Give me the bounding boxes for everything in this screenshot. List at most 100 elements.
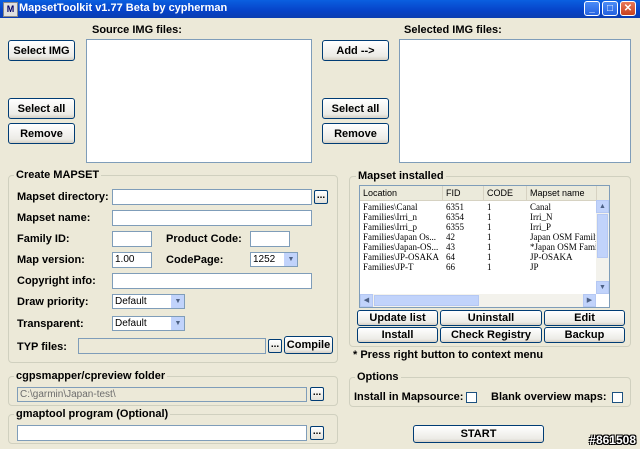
table-row[interactable]: Families\JP-OSAKA 64 1 JP-OSAKA [360, 252, 609, 262]
source-remove-button[interactable]: Remove [8, 123, 75, 144]
install-button[interactable]: Install [357, 327, 438, 343]
source-img-header: Source IMG files: [92, 24, 182, 36]
table-cell: Families\Japan Os... [363, 232, 436, 242]
copyright-input[interactable] [112, 273, 312, 289]
chevron-down-icon: ▼ [171, 295, 184, 308]
table-row[interactable]: Families\Japan-OS... 43 1 *Japan OSM Family [360, 242, 609, 252]
scroll-up-icon[interactable]: ▲ [596, 200, 609, 213]
family-id-label: Family ID: [17, 233, 70, 245]
table-cell: 1 [487, 262, 492, 272]
table-row[interactable]: Families\Canal 6351 1 Canal [360, 202, 609, 212]
column-mapset-name[interactable]: Mapset name [527, 186, 597, 200]
typ-files-input[interactable] [78, 338, 266, 354]
mapset-installed-title: Mapset installed [356, 170, 446, 182]
scroll-thumb[interactable] [597, 214, 608, 258]
codepage-select[interactable]: 1252 ▼ [250, 252, 298, 267]
uninstall-button[interactable]: Uninstall [440, 310, 542, 326]
table-cell: Irri_N [530, 212, 553, 222]
selected-select-all-button[interactable]: Select all [322, 98, 389, 119]
table-cell: 6354 [446, 212, 464, 222]
backup-button[interactable]: Backup [544, 327, 625, 343]
watermark-text: #861508 [589, 433, 636, 447]
table-cell: 6355 [446, 222, 464, 232]
table-cell: 1 [487, 232, 492, 242]
typ-files-label: TYP files: [17, 341, 67, 353]
compile-button[interactable]: Compile [284, 336, 333, 354]
table-cell: Families\JP-T [363, 262, 414, 272]
source-img-list[interactable] [86, 39, 312, 163]
gmaptool-title: gmaptool program (Optional) [14, 408, 171, 420]
transparent-label: Transparent: [17, 318, 84, 330]
hscroll-thumb[interactable] [374, 295, 479, 306]
gmaptool-path-input[interactable] [17, 425, 307, 441]
add-button[interactable]: Add --> [322, 40, 389, 61]
column-code[interactable]: CODE [484, 186, 527, 200]
mapset-directory-browse-button[interactable]: ... [314, 190, 328, 204]
codepage-label: CodePage: [166, 254, 224, 266]
table-row[interactable]: Families\Irri_p 6355 1 Irri_P [360, 222, 609, 232]
mapset-name-label: Mapset name: [17, 212, 91, 224]
typ-files-browse-button[interactable]: ... [268, 339, 282, 353]
table-cell: Japan OSM Family [530, 232, 597, 242]
table-row[interactable]: Families\Japan Os... 42 1 Japan OSM Family [360, 232, 609, 242]
mapset-directory-input[interactable] [112, 189, 312, 205]
table-cell: Families\JP-OSAKA [363, 252, 440, 262]
cgpsmapper-browse-button[interactable]: ... [310, 387, 324, 401]
minimize-button[interactable]: _ [584, 1, 600, 16]
draw-priority-select[interactable]: Default ▼ [112, 294, 185, 309]
cgpsmapper-path-input[interactable]: C:\garmin\Japan-test\ [17, 387, 307, 402]
table-cell: 64 [446, 252, 455, 262]
table-cell: Canal [530, 202, 551, 212]
table-cell: Families\Irri_n [363, 212, 417, 222]
install-in-mapsource-checkbox[interactable] [466, 392, 477, 403]
cgpsmapper-title: cgpsmapper/cpreview folder [14, 370, 168, 382]
table-cell: JP [530, 262, 539, 272]
selected-remove-button[interactable]: Remove [322, 123, 389, 144]
family-id-input[interactable] [112, 231, 152, 247]
table-row[interactable]: Families\Irri_n 6354 1 Irri_N [360, 212, 609, 222]
maximize-button[interactable]: □ [602, 1, 618, 16]
table-cell: Families\Japan-OS... [363, 242, 439, 252]
table-cell: 42 [446, 232, 455, 242]
app-icon: M [3, 2, 18, 17]
update-list-button[interactable]: Update list [357, 310, 438, 326]
table-cell: *Japan OSM Family [530, 242, 597, 252]
column-location[interactable]: Location [360, 186, 443, 200]
map-version-input[interactable]: 1.00 [112, 252, 152, 268]
selected-img-header: Selected IMG files: [404, 24, 502, 36]
table-cell: 1 [487, 252, 492, 262]
scroll-right-icon[interactable]: ▶ [583, 294, 596, 307]
source-select-all-button[interactable]: Select all [8, 98, 75, 119]
select-img-button[interactable]: Select IMG [8, 40, 75, 61]
table-row[interactable]: Families\JP-T 66 1 JP [360, 262, 609, 272]
table-cell: 43 [446, 242, 455, 252]
vertical-scrollbar[interactable]: ▲ ▼ [596, 200, 609, 294]
install-in-mapsource-label: Install in Mapsource: [354, 391, 464, 403]
table-cell: 1 [487, 202, 492, 212]
mapset-table[interactable]: Location FID CODE Mapset name Families\C… [359, 185, 610, 308]
scroll-left-icon[interactable]: ◀ [360, 294, 373, 307]
transparent-select[interactable]: Default ▼ [112, 316, 185, 331]
table-cell: 1 [487, 212, 492, 222]
table-header: Location FID CODE Mapset name [360, 186, 609, 201]
horizontal-scrollbar[interactable]: ◀ ▶ [360, 294, 596, 307]
chevron-down-icon: ▼ [284, 253, 297, 266]
product-code-input[interactable] [250, 231, 290, 247]
scroll-down-icon[interactable]: ▼ [596, 281, 609, 294]
close-button[interactable]: ✕ [620, 1, 636, 16]
gmaptool-browse-button[interactable]: ... [310, 426, 324, 440]
check-registry-button[interactable]: Check Registry [440, 327, 542, 343]
edit-button[interactable]: Edit [544, 310, 625, 326]
blank-overview-checkbox[interactable] [612, 392, 623, 403]
mapset-name-input[interactable] [112, 210, 312, 226]
column-fid[interactable]: FID [443, 186, 484, 200]
title-bar: M MapsetToolkit v1.77 Beta by cypherman … [0, 0, 640, 18]
codepage-value: 1252 [253, 254, 276, 265]
product-code-label: Product Code: [166, 233, 242, 245]
table-cell: 1 [487, 222, 492, 232]
selected-img-list[interactable] [399, 39, 631, 163]
transparent-value: Default [115, 318, 147, 329]
draw-priority-label: Draw priority: [17, 296, 89, 308]
map-version-label: Map version: [17, 254, 85, 266]
start-button[interactable]: START [413, 425, 544, 443]
